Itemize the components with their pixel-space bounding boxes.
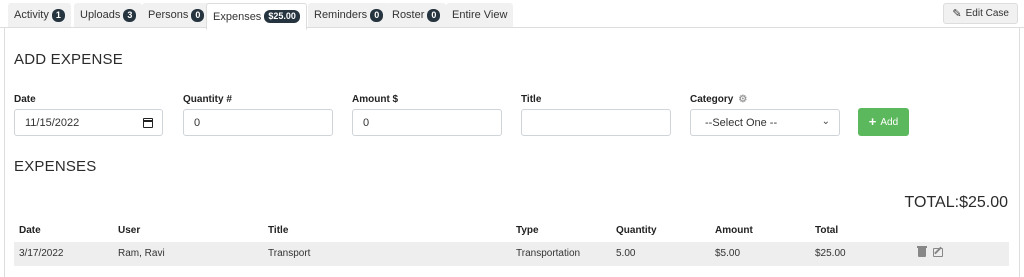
tab-roster[interactable]: Roster 0 [386, 3, 447, 27]
date-input[interactable]: 11/15/2022 [14, 109, 163, 136]
quantity-label: Quantity # [183, 94, 232, 105]
gear-icon[interactable]: ⚙ [738, 95, 748, 105]
cell-total: $25.00 [815, 248, 846, 259]
count-badge: 3 [123, 8, 137, 22]
cell-amount: $5.00 [715, 248, 741, 259]
tab-label: Roster [392, 9, 425, 21]
edit-icon[interactable] [933, 248, 943, 257]
category-label: Category [690, 94, 734, 105]
trash-icon[interactable] [917, 246, 927, 257]
tab-label: Expenses [213, 10, 262, 23]
add-button-label: Add [880, 116, 899, 128]
tab-label: Entire View [452, 9, 508, 21]
amount-input[interactable]: 0 [352, 109, 502, 136]
col-header-date: Date [19, 225, 41, 236]
col-header-user: User [118, 225, 141, 236]
amount-label: Amount $ [352, 94, 399, 105]
cell-user: Ram, Ravi [118, 248, 165, 259]
expenses-total: TOTAL:$25.00 [904, 194, 1008, 211]
tab-label: Uploads [80, 9, 121, 21]
add-button[interactable]: + Add [858, 108, 909, 136]
edit-case-label: Edit Case [965, 8, 1009, 19]
expenses-panel [4, 28, 1020, 277]
tab-persons[interactable]: Persons 0 [142, 3, 211, 27]
tab-bar: Activity 1 Uploads 3 Persons 0 Expenses … [0, 0, 1024, 30]
edit-case-button[interactable]: ✎ Edit Case [943, 3, 1018, 24]
quantity-input[interactable]: 0 [183, 109, 333, 136]
tab-entire-view[interactable]: Entire View [446, 3, 514, 27]
cell-title: Transport [268, 248, 311, 259]
category-label-wrap: Category ⚙ [690, 94, 748, 105]
category-value: --Select One -- [705, 116, 778, 129]
count-badge: 1 [51, 8, 65, 22]
amount-badge: $25.00 [264, 10, 300, 23]
date-value: 11/15/2022 [25, 116, 80, 129]
add-expense-heading: ADD EXPENSE [14, 51, 123, 68]
col-header-amount: Amount [715, 225, 753, 236]
col-header-total: Total [815, 225, 839, 236]
col-header-type: Type [516, 225, 539, 236]
chevron-down-icon: ⌄ [821, 116, 830, 127]
calendar-icon[interactable] [143, 118, 153, 128]
cell-type: Transportation [516, 248, 581, 259]
tab-uploads[interactable]: Uploads 3 [74, 3, 143, 27]
tab-reminders[interactable]: Reminders 0 [308, 3, 390, 27]
tab-label: Reminders [314, 9, 368, 21]
edit-icon: ✎ [952, 8, 962, 20]
title-input[interactable] [521, 109, 671, 136]
plus-icon: + [868, 114, 877, 129]
tab-activity[interactable]: Activity 1 [8, 3, 71, 27]
tab-label: Persons [148, 9, 189, 21]
cell-date: 3/17/2022 [19, 248, 64, 259]
col-header-quantity: Quantity [616, 225, 657, 236]
quantity-value: 0 [194, 116, 201, 129]
count-badge: 0 [427, 8, 441, 22]
count-badge: 0 [370, 8, 384, 22]
count-badge: 0 [191, 8, 205, 22]
cell-quantity: 5.00 [616, 248, 636, 259]
tab-expenses[interactable]: Expenses $25.00 [206, 3, 307, 30]
expenses-heading: EXPENSES [14, 158, 97, 175]
amount-value: 0 [363, 116, 370, 129]
date-label: Date [14, 94, 36, 105]
col-header-title: Title [268, 225, 289, 236]
category-select[interactable]: --Select One -- ⌄ [690, 109, 840, 136]
tab-label: Activity [14, 9, 49, 21]
title-label: Title [521, 94, 542, 105]
